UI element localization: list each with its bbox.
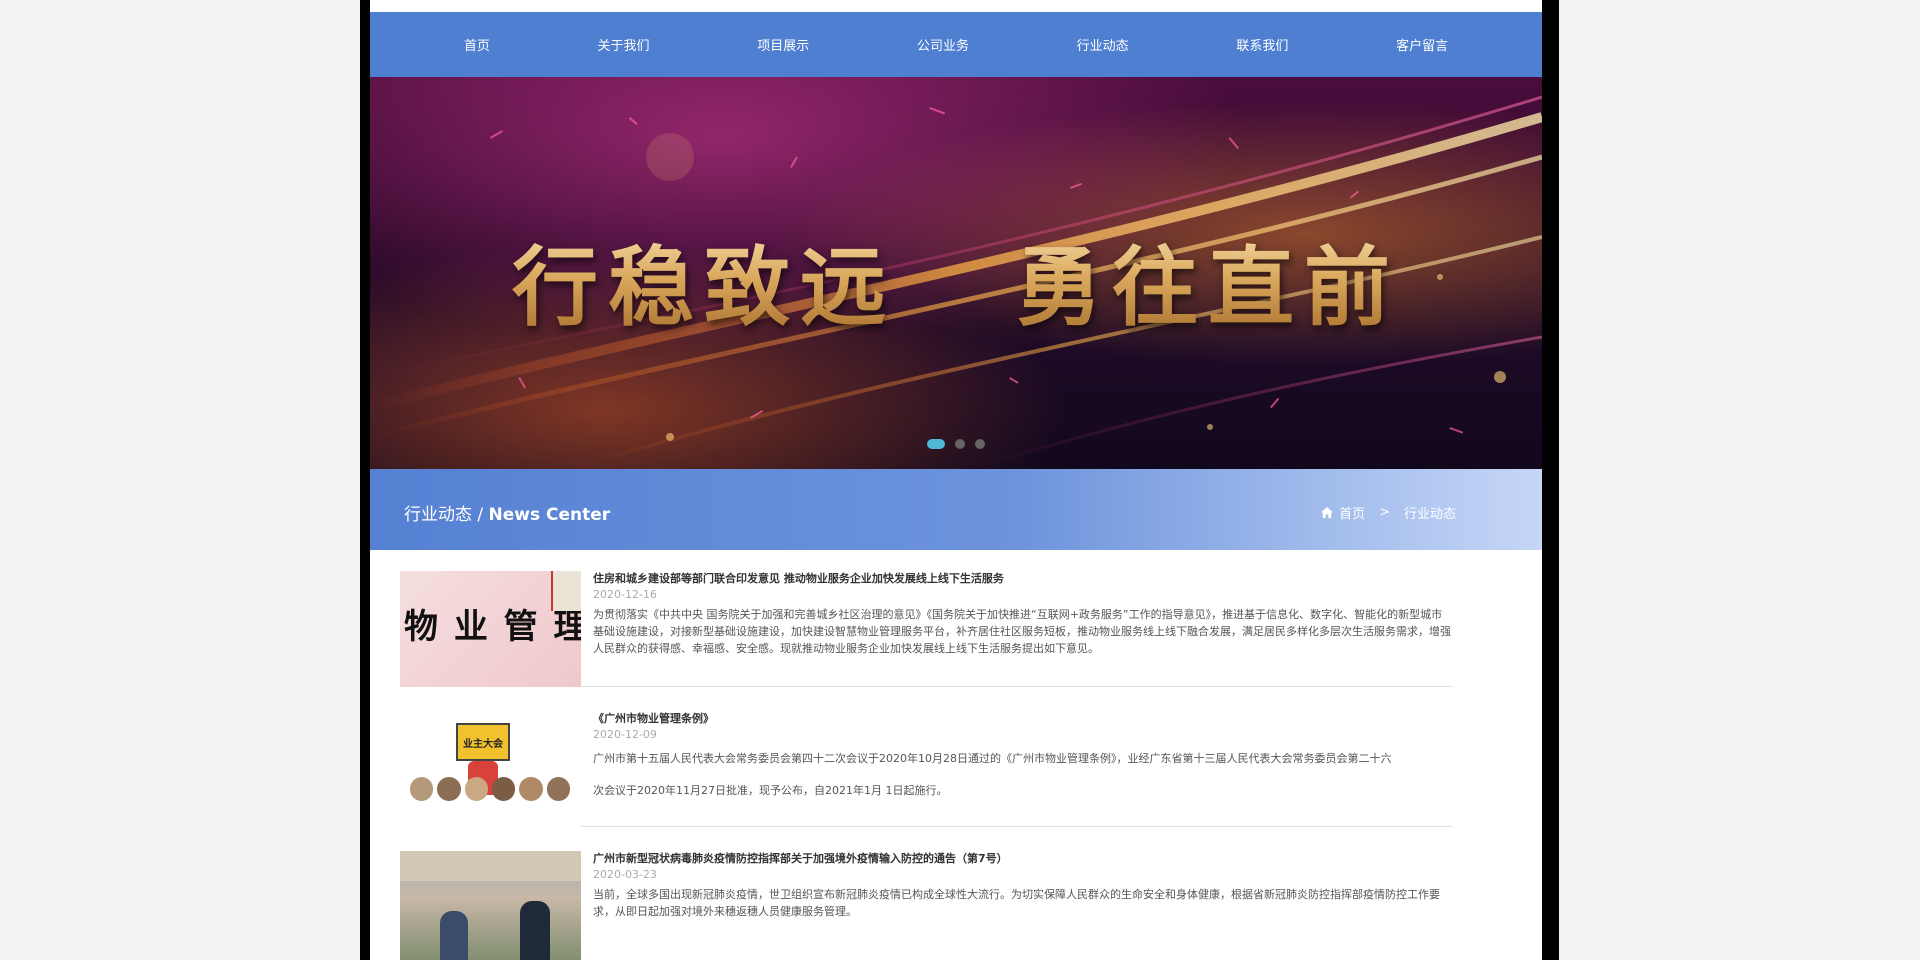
carousel-dots <box>370 439 1542 449</box>
news-body: 广州市新型冠状病毒肺炎疫情防控指挥部关于加强境外疫情输入防控的通告（第7号） 2… <box>593 851 1453 960</box>
right-frame-border <box>1542 0 1559 960</box>
top-strip <box>370 0 1542 12</box>
news-body: 住房和城乡建设部等部门联合印发意见 推动物业服务企业加快发展线上线下生活服务 2… <box>593 571 1453 686</box>
thumb-person-2 <box>520 901 550 960</box>
nav-feedback[interactable]: 客户留言 <box>1396 35 1448 54</box>
carousel-dot-2[interactable] <box>955 439 965 449</box>
banner-slogan-left: 行稳致远 <box>512 238 896 338</box>
section-title-separator: / <box>472 505 489 525</box>
nav-news[interactable]: 行业动态 <box>1077 35 1129 54</box>
home-icon <box>1321 507 1334 518</box>
banner-slogan-right: 勇往直前 <box>1016 238 1400 338</box>
news-thumbnail-3[interactable] <box>400 851 581 960</box>
thumb-sign: 业主大会 <box>456 723 510 761</box>
news-title[interactable]: 《广州市物业管理条例》 <box>593 711 1453 727</box>
section-header: 行业动态 / News Center 首页 > 行业动态 <box>370 469 1542 550</box>
news-body: 《广州市物业管理条例》 2020-12-09 广州市第十五届人民代表大会常务委员… <box>593 711 1453 826</box>
carousel-dot-1[interactable] <box>927 439 945 449</box>
breadcrumb-current: 行业动态 <box>1403 507 1456 522</box>
breadcrumb: 首页 > 行业动态 <box>1321 503 1456 522</box>
news-item: 广州市新型冠状病毒肺炎疫情防控指挥部关于加强境外疫情输入防控的通告（第7号） 2… <box>400 841 1453 960</box>
breadcrumb-separator: > <box>1379 505 1390 520</box>
news-title[interactable]: 住房和城乡建设部等部门联合印发意见 推动物业服务企业加快发展线上线下生活服务 <box>593 571 1453 587</box>
nav-about[interactable]: 关于我们 <box>598 35 650 54</box>
main-nav: 首页 关于我们 项目展示 公司业务 行业动态 联系我们 客户留言 <box>370 12 1542 77</box>
banner-slogan: 行稳致远 勇往直前 <box>370 217 1542 342</box>
left-frame-border <box>360 0 370 960</box>
nav-business[interactable]: 公司业务 <box>917 35 969 54</box>
carousel-dot-3[interactable] <box>975 439 985 449</box>
nav-projects[interactable]: 项目展示 <box>757 35 809 54</box>
news-thumbnail-1[interactable]: 物 业 管 理 <box>400 571 581 687</box>
browser-viewport: 首页 关于我们 项目展示 公司业务 行业动态 联系我们 客户留言 行稳致远 勇往… <box>0 0 1920 960</box>
section-title: 行业动态 / News Center <box>404 500 610 525</box>
news-title[interactable]: 广州市新型冠状病毒肺炎疫情防控指挥部关于加强境外疫情输入防控的通告（第7号） <box>593 851 1453 867</box>
thumb-decoration <box>551 571 581 611</box>
section-title-cn: 行业动态 <box>404 505 472 525</box>
section-title-en: News Center <box>488 505 611 525</box>
news-item: 业主大会 《广州市物业管理条例》 2020-12-09 广州市第十五届人民代表大… <box>400 701 1453 827</box>
thumb-crowd <box>410 777 570 805</box>
news-date: 2020-03-23 <box>593 868 657 881</box>
news-summary: 当前，全球多国出现新冠肺炎疫情，世卫组织宣布新冠肺炎疫情已构成全球性大流行。为切… <box>593 888 1440 918</box>
news-item: 物 业 管 理 住房和城乡建设部等部门联合印发意见 推动物业服务企业加快发展线上… <box>400 561 1453 687</box>
nav-home[interactable]: 首页 <box>464 35 490 54</box>
news-summary: 为贯彻落实《中共中央 国务院关于加强和完善城乡社区治理的意见》《国务院关于加快推… <box>593 608 1451 655</box>
news-date: 2020-12-16 <box>593 588 657 601</box>
thumb-building <box>400 851 581 881</box>
thumb-person-1 <box>440 911 468 960</box>
hero-banner[interactable]: 行稳致远 勇往直前 <box>370 77 1542 469</box>
news-thumbnail-2[interactable]: 业主大会 <box>400 711 581 827</box>
news-list: 物 业 管 理 住房和城乡建设部等部门联合印发意见 推动物业服务企业加快发展线上… <box>400 561 1453 960</box>
nav-contact[interactable]: 联系我们 <box>1236 35 1288 54</box>
breadcrumb-home[interactable]: 首页 <box>1339 503 1365 522</box>
